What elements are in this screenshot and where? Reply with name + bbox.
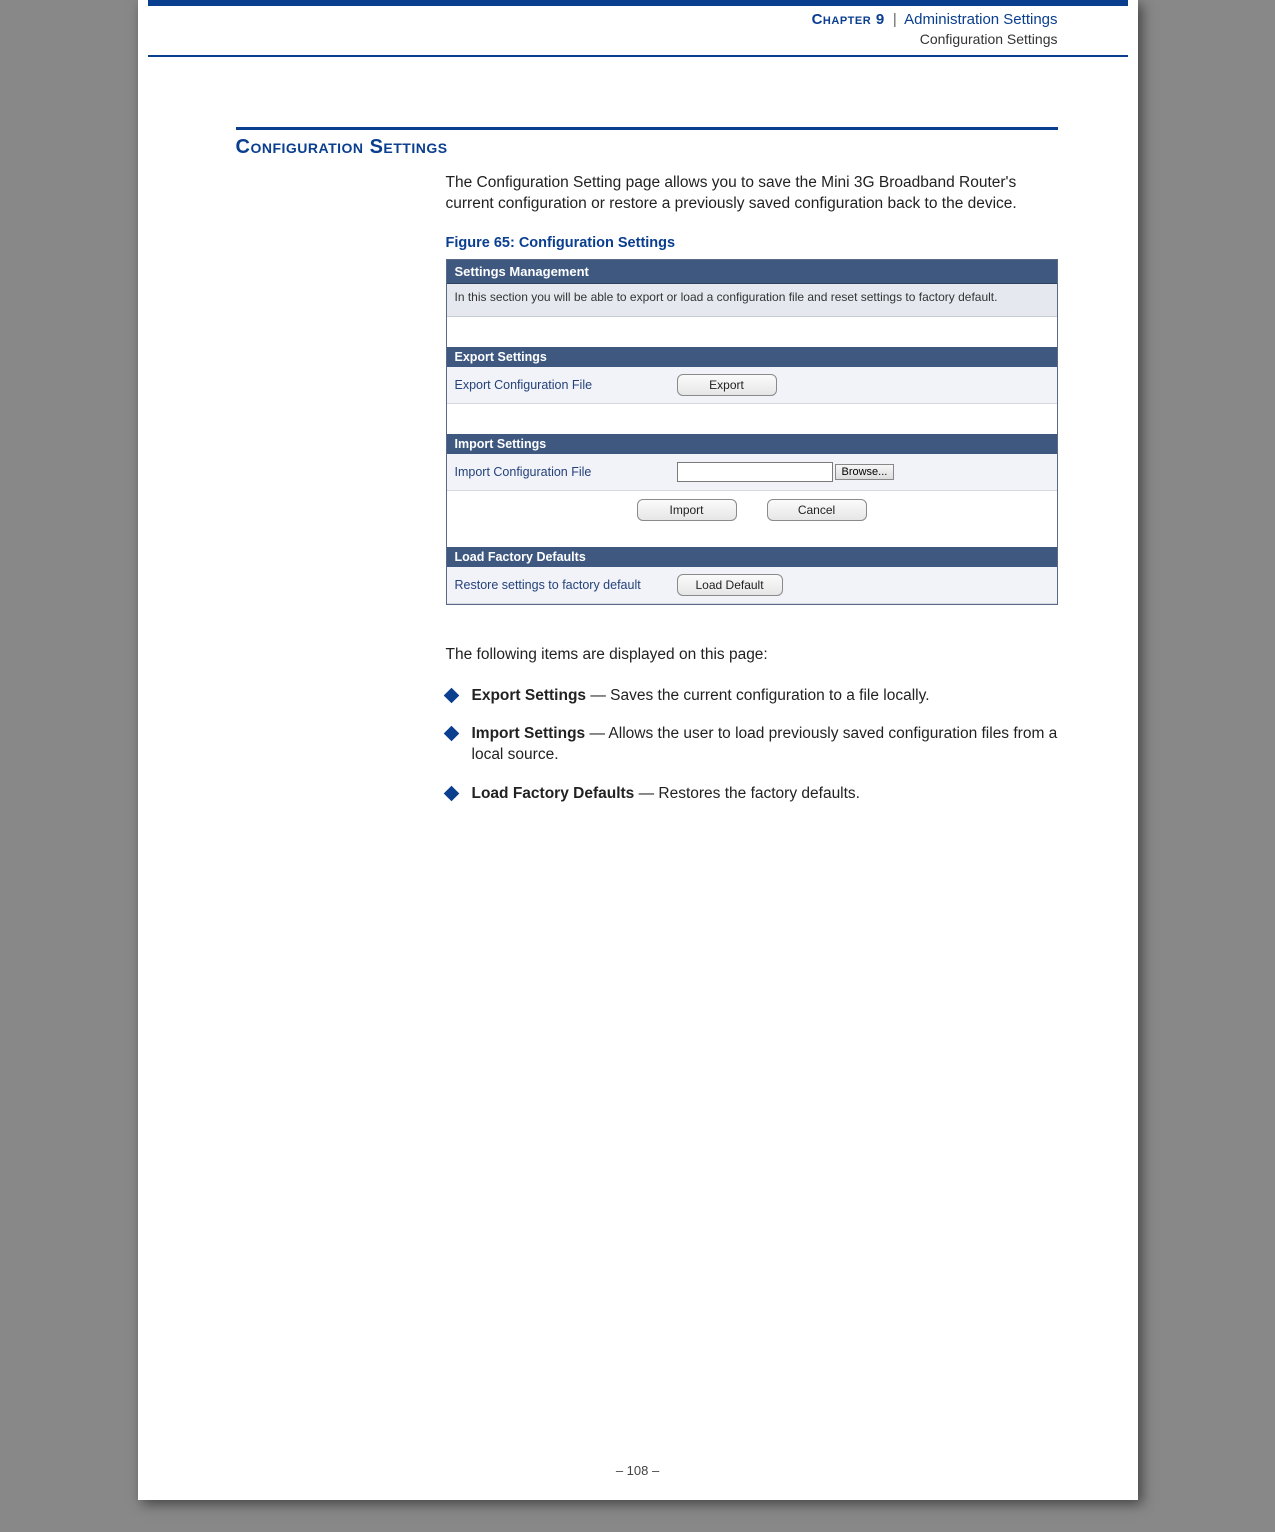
bullet-title: Import Settings: [472, 725, 586, 742]
section-title: Administration Settings: [904, 11, 1057, 28]
diamond-icon: [443, 786, 459, 802]
figure-caption: Figure 65: Configuration Settings: [446, 235, 1058, 251]
export-settings-header: Export Settings: [447, 347, 1057, 367]
load-defaults-header: Load Factory Defaults: [447, 547, 1057, 567]
bullet-desc: — Restores the factory defaults.: [634, 785, 860, 802]
cancel-button[interactable]: Cancel: [767, 499, 867, 521]
page-header: Chapter 9 | Administration Settings Conf…: [148, 6, 1128, 55]
load-default-button[interactable]: Load Default: [677, 574, 783, 596]
import-settings-header: Import Settings: [447, 434, 1057, 454]
header-separator: |: [893, 11, 897, 28]
defaults-row: Restore settings to factory default Load…: [447, 567, 1057, 604]
list-item: Export Settings — Saves the current conf…: [446, 686, 1058, 707]
section-heading: Configuration Settings: [236, 136, 1058, 159]
list-item: Import Settings — Allows the user to loa…: [446, 724, 1058, 766]
import-label: Import Configuration File: [455, 465, 677, 479]
intro-paragraph: The Configuration Setting page allows yo…: [446, 173, 1058, 215]
settings-panel: Settings Management In this section you …: [446, 259, 1058, 605]
import-row: Import Configuration File Browse...: [447, 454, 1057, 491]
panel-title: Settings Management: [447, 260, 1057, 284]
import-button-row: Import Cancel: [447, 491, 1057, 529]
bullet-title: Load Factory Defaults: [472, 785, 635, 802]
import-button[interactable]: Import: [637, 499, 737, 521]
list-item: Load Factory Defaults — Restores the fac…: [446, 784, 1058, 805]
header-underline: [148, 55, 1128, 57]
chapter-label: Chapter 9: [812, 11, 885, 28]
diamond-icon: [443, 687, 459, 703]
defaults-label: Restore settings to factory default: [455, 578, 677, 592]
bullet-list: Export Settings — Saves the current conf…: [446, 686, 1058, 806]
export-row: Export Configuration File Export: [447, 367, 1057, 404]
diamond-icon: [443, 726, 459, 742]
export-label: Export Configuration File: [455, 378, 677, 392]
page-footer: – 108 –: [138, 1463, 1138, 1478]
bullet-title: Export Settings: [472, 687, 587, 704]
panel-description: In this section you will be able to expo…: [447, 284, 1057, 317]
section-rule: [236, 127, 1058, 130]
items-intro: The following items are displayed on thi…: [446, 645, 1058, 666]
bullet-desc: — Saves the current configuration to a f…: [586, 687, 929, 704]
page-number: – 108 –: [616, 1463, 659, 1478]
export-button[interactable]: Export: [677, 374, 777, 396]
subsection-title: Configuration Settings: [148, 30, 1058, 49]
browse-button[interactable]: Browse...: [835, 464, 895, 480]
import-file-input[interactable]: [677, 462, 833, 482]
